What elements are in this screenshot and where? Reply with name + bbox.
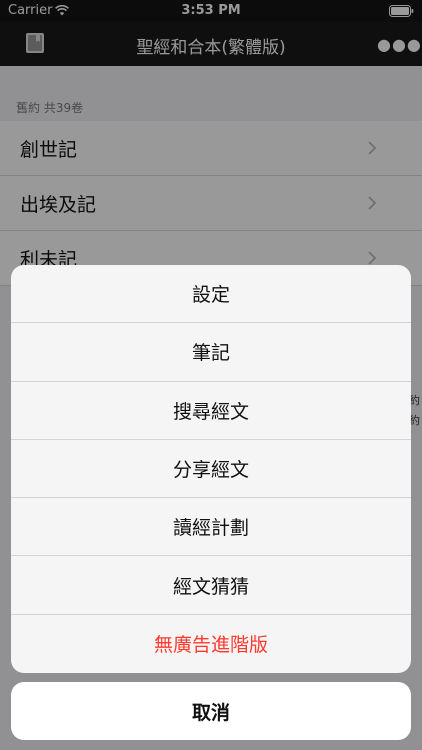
cancel-button[interactable]: 取消 <box>11 682 411 740</box>
notes-button[interactable]: 筆記 <box>11 323 411 382</box>
reading-plan-button[interactable]: 讀經計劃 <box>11 498 411 557</box>
verse-quiz-button[interactable]: 經文猜猜 <box>11 556 411 615</box>
settings-button[interactable]: 設定 <box>11 265 411 324</box>
action-sheet: 設定 筆記 搜尋經文 分享經文 讀經計劃 經文猜猜 無廣告進階版 <box>11 265 411 673</box>
ad-free-premium-button[interactable]: 無廣告進階版 <box>11 615 411 673</box>
search-verses-button[interactable]: 搜尋經文 <box>11 382 411 440</box>
share-verses-button[interactable]: 分享經文 <box>11 440 411 499</box>
